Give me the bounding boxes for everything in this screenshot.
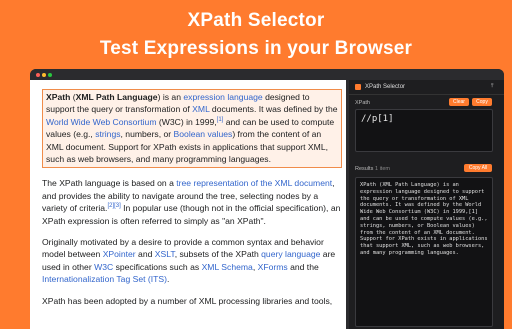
wiki-page: XPath (XML Path Language) is an expressi… [30,80,346,329]
browser-window: XPath (XML Path Language) is an expressi… [30,69,504,329]
article-text: and the [287,261,319,272]
article-text: ) is an [157,92,184,102]
article-link[interactable]: W3C [94,262,113,272]
maximize-window-button[interactable] [48,73,52,77]
paragraph-3: Originally motivated by a desire to prov… [42,236,342,286]
article-text: XPath has been adopted by a number of XM… [42,295,333,306]
article-text: The XPath language is based on a [42,178,177,189]
article-text: and [135,249,155,260]
highlighted-paragraph: XPath (XML Path Language) is an expressi… [42,89,342,169]
clear-button[interactable]: Clear [449,98,469,106]
xpath-selector-panel: XPath Selector ⫯ XPath Clear Copy //p[1]… [349,80,504,329]
xpath-expression-input[interactable]: //p[1] [355,109,493,152]
article-text: , subsets of the XPath [174,249,262,260]
close-window-button[interactable] [36,73,40,77]
copy-button[interactable]: Copy [472,98,492,106]
app-logo-icon [355,84,361,90]
article-link[interactable]: XForms [258,262,288,272]
browser-titlebar [30,69,504,80]
article-link[interactable]: query language [261,249,320,259]
results-label: Results [355,166,374,172]
article-link[interactable]: Boolean values [174,129,233,139]
results-output: XPath (XML Path Language) is an expressi… [355,177,493,327]
headline-subtitle: Test Expressions in your Browser [99,38,413,59]
minimize-window-button[interactable] [42,73,46,77]
paragraph-2: The XPath language is based on a tree re… [42,177,342,227]
article-text: , numbers, or [120,129,174,140]
article-link[interactable]: XPointer [103,249,136,259]
results-count: 1 item [375,166,390,172]
copy-all-button[interactable]: Copy All [464,164,492,172]
citation-link[interactable]: [2][3] [107,203,120,209]
article-link[interactable]: XML [192,104,209,114]
bold-text: XPath [46,92,71,102]
article-link[interactable]: Internationalization Tag Set (ITS) [42,274,167,284]
article-link[interactable]: tree representation of the XML document [176,178,332,188]
article-text: specifications such as [113,261,202,272]
article-text: . [167,274,170,285]
bold-text: XML Path Language [75,92,158,102]
article-link[interactable]: World Wide Web Consortium [46,117,156,127]
headline-title: XPath Selector [187,10,325,31]
xpath-label: XPath [355,100,370,106]
article-link[interactable]: XML Schema [202,262,253,272]
pin-icon[interactable]: ⫯ [491,83,494,90]
article-text: documents. It was defined by the [209,104,338,115]
article-link[interactable]: XSLT [155,249,175,259]
article-body: XPath (XML Path Language) is an expressi… [42,89,342,316]
article-link[interactable]: expression language [183,92,262,102]
article-link[interactable]: strings [95,129,120,139]
article-text: (W3C) in 1999, [156,116,217,127]
panel-header: XPath Selector ⫯ [349,80,504,95]
panel-title: XPath Selector [365,84,406,90]
paragraph-4: XPath has been adopted by a number of XM… [42,295,342,307]
